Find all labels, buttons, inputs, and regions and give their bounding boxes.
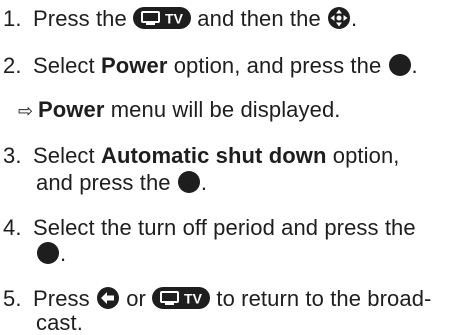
step-1: 1. Press the TV and then the . [0,6,357,35]
back-button-icon [96,286,120,315]
step-text: Press the [33,6,127,31]
step-4: 4. Select the turn off period and press t… [0,216,416,240]
navigation-dpad-icon [327,6,351,35]
tv-button-label: TV [165,11,184,27]
step-text: Press [33,286,90,311]
step-5-continued: cast. [0,311,83,335]
result-arrow-icon: ⇨ [18,101,34,121]
step-text: Select [33,53,95,78]
step-text: . [411,53,418,78]
step-text: or [126,286,146,311]
step-4-continued: . [0,241,66,270]
ok-button-icon [36,241,60,270]
ok-button-icon [177,170,201,199]
step-3: 3. Select Automatic shut down option, [0,144,400,168]
step-number: 3. [3,143,22,168]
step-text: to return to the broad- [216,286,432,311]
tv-button-label: TV [184,291,203,307]
instruction-document: 1. Press the TV and then the . 2. Select P… [0,0,462,335]
step-text: option, and press the [173,53,382,78]
step-text: and then the [197,6,321,31]
step-number: 5. [3,286,22,311]
step-keyword: Automatic shut down [100,143,327,168]
step-text: menu will be displayed. [110,97,341,122]
step-3-continued: and press the . [0,170,207,199]
step-number: 2. [3,53,22,78]
step-text: . [200,170,208,195]
step-text: Select [33,143,95,168]
step-text: option, [332,143,400,168]
step-2-result: ⇨ Power menu will be displayed. [0,98,341,123]
step-text: . [351,6,358,31]
step-text: and press the [36,170,171,195]
step-keyword: Power [100,53,168,78]
step-2: 2. Select Power option, and press the . [0,53,418,82]
step-number: 4. [3,215,22,240]
step-text: . [60,241,67,266]
step-keyword: Power [38,97,105,122]
step-number: 1. [3,6,22,31]
tv-button-icon: TV [133,6,192,35]
ok-button-icon [388,53,412,82]
step-text: Select the turn off period and press the [33,215,416,240]
tv-button-icon: TV [152,286,211,315]
